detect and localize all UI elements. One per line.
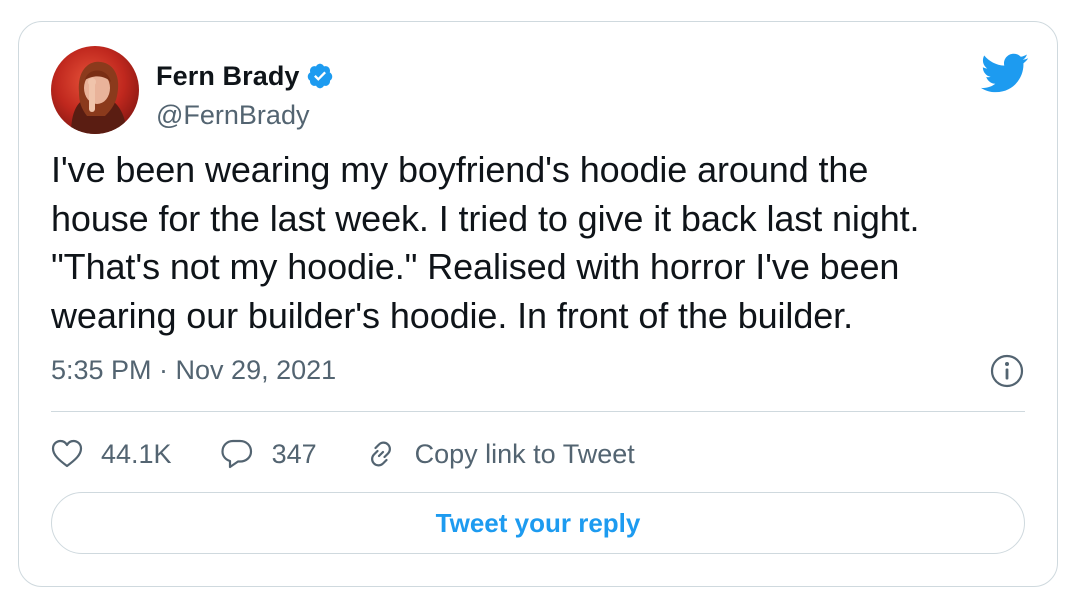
reply-count: 347 [271,438,317,469]
author-display-name[interactable]: Fern Brady [156,61,300,92]
reply-button-label: Tweet your reply [435,507,641,538]
info-icon[interactable] [989,353,1025,389]
verified-badge-icon [306,62,334,90]
author-name-row[interactable]: Fern Brady [156,56,334,96]
tweet-your-reply-button[interactable]: Tweet your reply [51,492,1025,554]
reply-count-button[interactable]: 347 [220,438,317,470]
tweet-timestamp[interactable]: 5:35 PM · Nov 29, 2021 [51,355,336,386]
like-count: 44.1K [101,438,172,469]
like-button[interactable]: 44.1K [51,439,172,470]
copy-link-button[interactable]: Copy link to Tweet [365,438,635,470]
tweet-card: Fern Brady @FernBrady I've been wearing … [18,21,1058,587]
avatar[interactable] [51,46,139,134]
action-bar: 44.1K 347 Copy link to Tweet [51,432,683,476]
link-icon [370,441,391,467]
twitter-bird-icon[interactable] [979,52,1029,94]
heart-icon [51,439,83,468]
copy-link-label: Copy link to Tweet [414,438,635,469]
speech-bubble-icon [220,439,252,469]
profile-photo [51,46,139,134]
author-handle[interactable]: @FernBrady [156,100,309,131]
divider [51,411,1025,412]
tweet-text: I've been wearing my boyfriend's hoodie … [51,149,920,336]
